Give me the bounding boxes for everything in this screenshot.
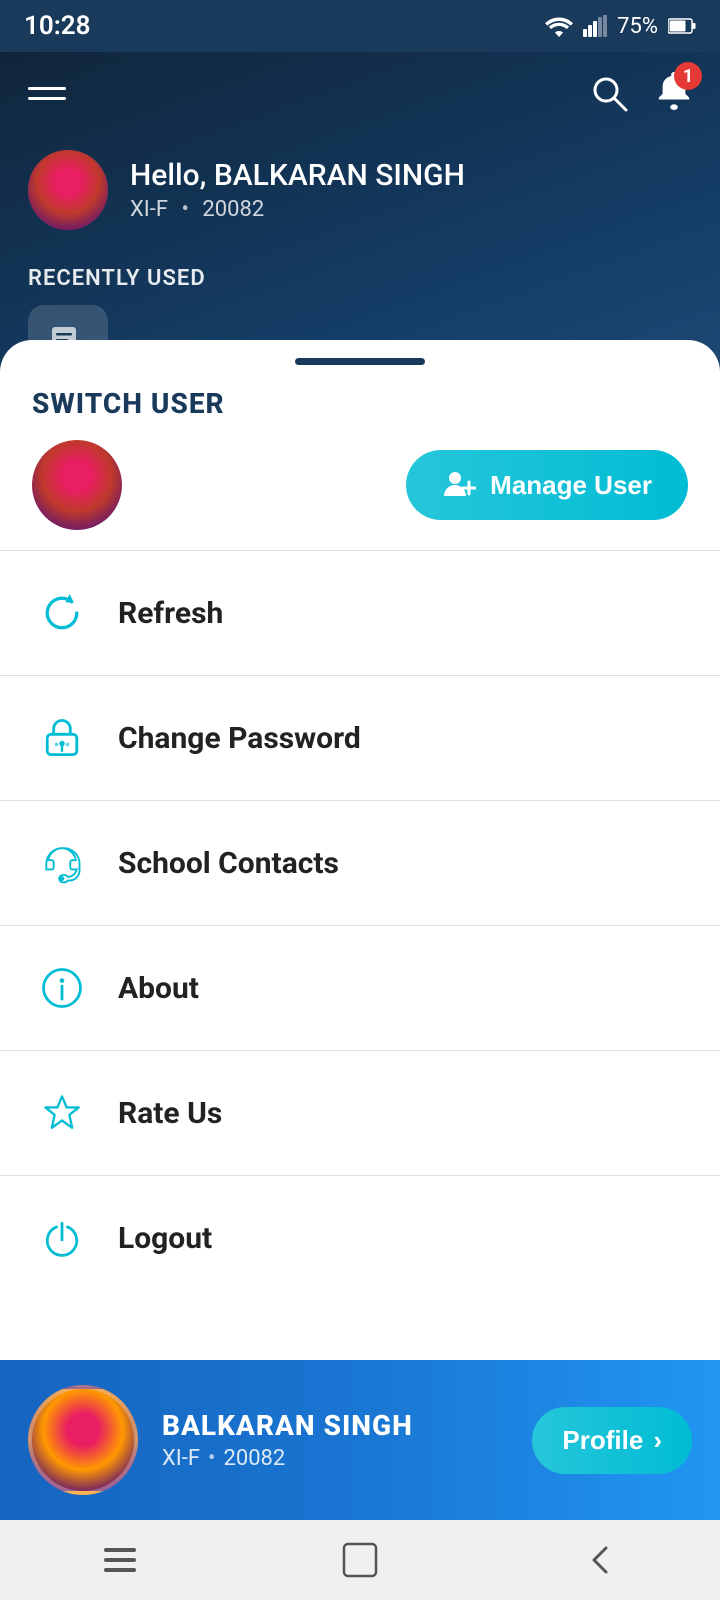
power-icon-wrapper [36, 1212, 88, 1264]
star-icon-wrapper [36, 1087, 88, 1139]
refresh-icon-wrapper [36, 587, 88, 639]
school-contacts-label: School Contacts [118, 846, 339, 881]
greeting-text: Hello, BALKARAN SINGH [130, 158, 465, 193]
profile-button[interactable]: Profile › [532, 1407, 692, 1474]
info-icon [38, 964, 86, 1012]
notification-badge: 1 [674, 62, 702, 90]
avatar-medium[interactable] [32, 440, 122, 530]
nav-menu-icon [100, 1544, 140, 1576]
menu-item-change-password[interactable]: Change Password [0, 676, 720, 800]
greeting-sub: XI-F • 20082 [130, 197, 465, 222]
search-icon[interactable] [590, 74, 628, 112]
refresh-icon [38, 589, 86, 637]
nav-home-icon [340, 1540, 380, 1580]
power-icon [38, 1214, 86, 1262]
change-password-label: Change Password [118, 721, 361, 756]
status-time: 10:28 [24, 11, 91, 41]
profile-info: BALKARAN SINGH XI-F • 20082 [162, 1409, 508, 1471]
rate-us-label: Rate Us [118, 1096, 222, 1131]
app-header: 1 [0, 52, 720, 134]
lock-icon-wrapper [36, 712, 88, 764]
info-icon-wrapper [36, 962, 88, 1014]
status-bar: 10:28 75% [0, 0, 720, 52]
battery-text: 75% [617, 14, 658, 39]
about-label: About [118, 971, 199, 1006]
battery-icon [668, 17, 696, 35]
menu-item-rate-us[interactable]: Rate Us [0, 1051, 720, 1175]
signal-icon [583, 15, 607, 37]
menu-item-school-contacts[interactable]: School Contacts [0, 801, 720, 925]
handle-bar [295, 358, 425, 365]
profile-avatar [28, 1385, 138, 1495]
recently-used-label: RECENTLY USED [28, 266, 692, 291]
user-greeting: Hello, BALKARAN SINGH XI-F • 20082 [0, 134, 720, 246]
profile-name: BALKARAN SINGH [162, 1409, 508, 1442]
wifi-icon [545, 15, 573, 37]
header-icons: 1 [590, 72, 692, 114]
nav-bar [0, 1520, 720, 1600]
menu-item-about[interactable]: About [0, 926, 720, 1050]
manage-user-icon [442, 468, 476, 502]
nav-back-icon [582, 1542, 618, 1578]
manage-user-label: Manage User [490, 470, 652, 501]
switch-user-section: SWITCH USER Manage User [0, 377, 720, 550]
switch-user-title: SWITCH USER [32, 387, 688, 420]
star-icon [38, 1089, 86, 1137]
sheet-handle[interactable] [0, 340, 720, 377]
logout-label: Logout [118, 1221, 212, 1256]
notification-wrapper[interactable]: 1 [656, 72, 692, 114]
headset-icon [38, 839, 86, 887]
nav-home-button[interactable] [300, 1530, 420, 1590]
profile-bar: BALKARAN SINGH XI-F • 20082 Profile › [0, 1360, 720, 1520]
bottom-sheet: SWITCH USER Manage User [0, 340, 720, 1520]
manage-user-button[interactable]: Manage User [406, 450, 688, 520]
profile-button-label: Profile [562, 1425, 643, 1456]
avatar-small [28, 150, 108, 230]
lock-icon [38, 714, 86, 762]
status-icons: 75% [545, 14, 696, 39]
nav-menu-button[interactable] [60, 1530, 180, 1590]
menu-item-logout[interactable]: Logout [0, 1176, 720, 1300]
headset-icon-wrapper [36, 837, 88, 889]
nav-back-button[interactable] [540, 1530, 660, 1590]
hamburger-menu[interactable] [28, 87, 66, 100]
user-row: Manage User [32, 440, 688, 530]
menu-item-refresh[interactable]: Refresh [0, 551, 720, 675]
chevron-right-icon: › [653, 1425, 662, 1456]
refresh-label: Refresh [118, 596, 223, 631]
profile-sub: XI-F • 20082 [162, 1446, 508, 1471]
